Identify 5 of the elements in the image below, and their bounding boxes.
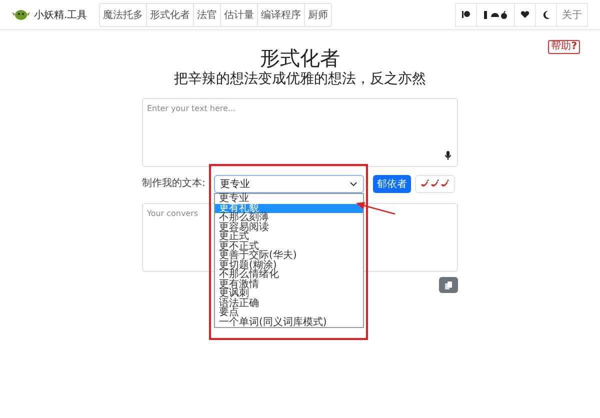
page-title: 形式化者 — [260, 46, 340, 70]
mode-label: 制作我的文本: — [142, 178, 206, 190]
placeholder-text: Enter your text here... — [147, 104, 236, 113]
page-subtitle: 把辛辣的想法变成优雅的想法，反之亦然 — [173, 70, 427, 88]
placeholder-text: Your convers — [147, 209, 198, 218]
